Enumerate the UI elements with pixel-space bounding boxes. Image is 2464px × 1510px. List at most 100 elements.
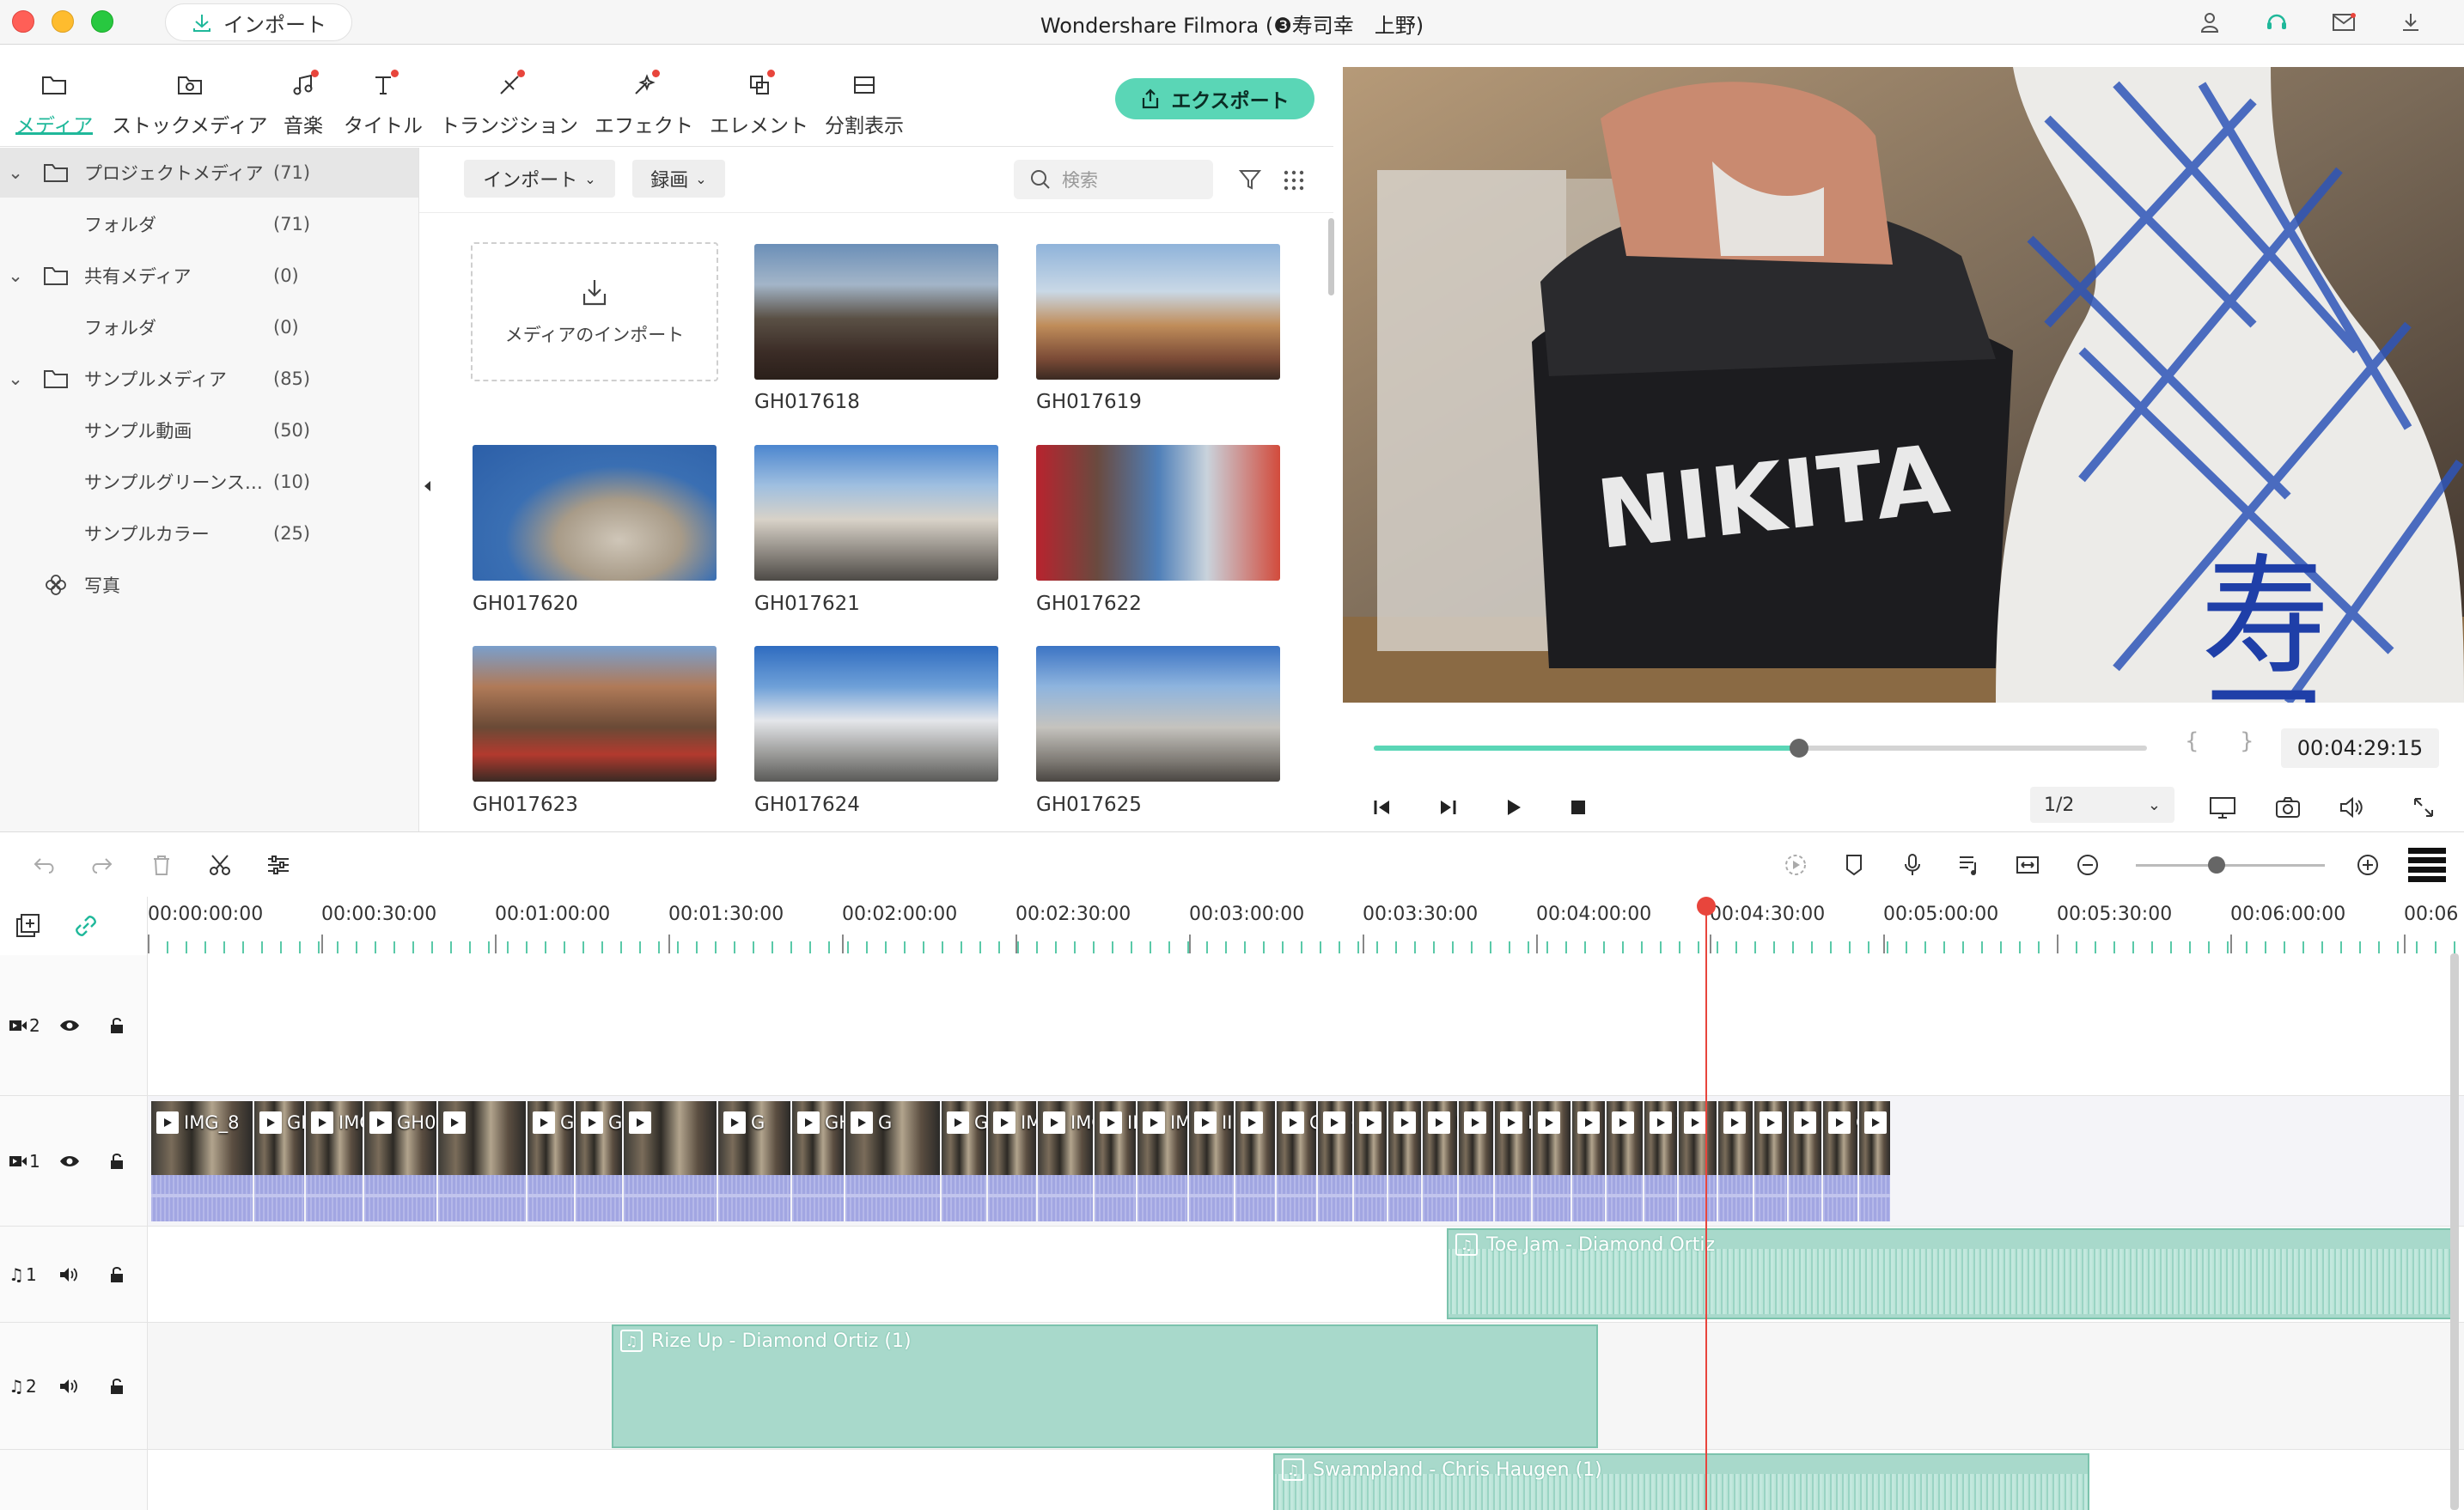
media-thumbnail[interactable] (754, 646, 998, 782)
chevron-down-icon[interactable]: ⌄ (7, 368, 24, 389)
tree-item-shared-folder[interactable]: フォルダ (0) (0, 302, 418, 352)
tab-effects[interactable]: エフェクト (595, 68, 693, 147)
tab-stock-media[interactable]: ストックメディア (112, 68, 267, 147)
redo-icon[interactable] (84, 848, 119, 882)
mark-out-button[interactable]: } (2240, 728, 2254, 754)
video-clip[interactable]: IMG (988, 1101, 1036, 1221)
chevron-down-icon[interactable]: ⌄ (7, 265, 24, 286)
playhead-line[interactable] (1705, 907, 1707, 1510)
video-clip[interactable]: G (1754, 1101, 1787, 1221)
track-height-icon[interactable] (2406, 848, 2449, 882)
video-clip[interactable] (1235, 1101, 1275, 1221)
zoom-out-icon[interactable] (2071, 848, 2105, 882)
video-clip[interactable]: G (942, 1101, 986, 1221)
tab-elements[interactable]: エレメント (710, 68, 808, 147)
video-clip[interactable]: GH (1277, 1101, 1316, 1221)
media-thumbnail[interactable] (1036, 445, 1280, 581)
tree-item-sample-video[interactable]: サンプル動画 (50) (0, 405, 418, 455)
window-minimize-button[interactable] (52, 10, 74, 33)
video-clip[interactable] (1459, 1101, 1493, 1221)
track-video1[interactable]: IMG_8GHIMGGH017627GGH017628GGH01762GGIMG… (148, 1096, 2464, 1227)
lock-icon[interactable] (108, 1377, 125, 1396)
video-clip[interactable]: IM (1572, 1101, 1605, 1221)
account-icon[interactable] (2194, 7, 2225, 38)
lock-icon[interactable] (108, 1265, 125, 1284)
video-clip[interactable] (1354, 1101, 1387, 1221)
zoom-in-icon[interactable] (2351, 848, 2385, 882)
tree-item-shared-media[interactable]: ⌄ 共有メディア (0) (0, 251, 418, 301)
tree-item-sample-color[interactable]: サンプルカラー (25) (0, 508, 418, 558)
import-pill-button[interactable]: インポート (165, 3, 352, 41)
tab-music[interactable]: 音楽 (284, 68, 323, 147)
preview-progress-knob[interactable] (1790, 739, 1808, 758)
video-clip[interactable]: II (1189, 1101, 1234, 1221)
eye-icon[interactable] (58, 1154, 81, 1169)
track-audio2[interactable]: ♫ Rize Up - Diamond Ortiz (1) (148, 1323, 2464, 1450)
timeline-ruler[interactable]: 00:00:00:00 00:00:30:00 00:01:00:00 00:01:3… (148, 897, 2464, 955)
media-thumbnail[interactable] (1036, 244, 1280, 380)
video-clip[interactable] (624, 1101, 717, 1221)
track-audio3[interactable]: ♫ Swampland - Chris Haugen (1) (148, 1450, 2464, 1510)
lock-icon[interactable] (108, 1152, 125, 1171)
video-clip[interactable]: G (1789, 1101, 1821, 1221)
tree-item-project-media[interactable]: ⌄ プロジェクトメディア (71) (0, 148, 418, 198)
snapshot-camera-icon[interactable] (2271, 790, 2305, 825)
audio-clip[interactable]: ♫ Toe Jam - Diamond Ortiz (1447, 1228, 2452, 1319)
undo-icon[interactable] (27, 848, 62, 882)
preview-progress-bar[interactable] (1374, 739, 2147, 758)
playback-quality-select[interactable]: 1/2 ⌄ (2030, 787, 2174, 823)
video-clip[interactable] (1533, 1101, 1570, 1221)
filter-icon[interactable] (1237, 167, 1263, 192)
video-clip[interactable]: ( (1318, 1101, 1352, 1221)
video-preview[interactable]: NIKITA 寿司 (1343, 67, 2464, 703)
video-clip[interactable]: I (1423, 1101, 1457, 1221)
media-thumbnail[interactable] (473, 646, 717, 782)
step-forward-icon[interactable] (1430, 790, 1465, 825)
record-dropdown[interactable]: 録画 ⌄ (632, 160, 725, 198)
timeline-scrollbar[interactable] (2450, 953, 2459, 1510)
video-clip[interactable] (1679, 1101, 1717, 1221)
video-clip[interactable]: G (718, 1101, 790, 1221)
video-clip[interactable]: GH017627 (364, 1101, 436, 1221)
lock-icon[interactable] (108, 1016, 125, 1035)
video-clip[interactable]: IMG (306, 1101, 363, 1221)
microphone-icon[interactable] (1895, 848, 1930, 882)
window-close-button[interactable] (12, 10, 34, 33)
video-clip[interactable] (1388, 1101, 1421, 1221)
search-input[interactable]: 検索 (1014, 160, 1213, 199)
link-chain-icon[interactable] (72, 912, 100, 940)
play-icon[interactable] (1496, 790, 1530, 825)
support-headset-icon[interactable] (2261, 7, 2292, 38)
video-clip[interactable] (438, 1101, 526, 1221)
mark-in-button[interactable]: { (2185, 728, 2199, 754)
tab-split-screen[interactable]: 分割表示 (825, 68, 904, 147)
tree-item-photos[interactable]: 写真 (0, 560, 418, 610)
mail-icon[interactable] (2328, 7, 2359, 38)
speaker-icon[interactable] (58, 1266, 79, 1283)
tab-titles[interactable]: タイトル (344, 68, 423, 147)
zoom-slider[interactable] (2136, 864, 2325, 867)
video-clip[interactable]: G (1859, 1101, 1890, 1221)
eye-icon[interactable] (58, 1018, 81, 1033)
export-button[interactable]: エクスポート (1115, 78, 1314, 119)
video-clip[interactable]: IMG (1038, 1101, 1093, 1221)
zoom-slider-knob[interactable] (2208, 856, 2225, 874)
tab-transitions[interactable]: トランジション (440, 68, 578, 147)
video-clip[interactable] (1718, 1101, 1753, 1221)
audio-clip[interactable]: ♫ Rize Up - Diamond Ortiz (1) (612, 1324, 1598, 1448)
video-clip[interactable]: G (845, 1101, 940, 1221)
cut-scissors-icon[interactable] (203, 848, 237, 882)
video-clip[interactable]: G (1823, 1101, 1857, 1221)
add-track-icon[interactable] (14, 912, 41, 940)
media-scrollbar[interactable] (1328, 218, 1334, 295)
video-clip[interactable] (1607, 1101, 1643, 1221)
window-zoom-button[interactable] (91, 10, 113, 33)
render-preview-icon[interactable] (1778, 848, 1813, 882)
audio-mixer-icon[interactable] (1952, 848, 1986, 882)
video-clip[interactable]: GH01762 (792, 1101, 844, 1221)
tree-item-sample-media[interactable]: ⌄ サンプルメディア (85) (0, 354, 418, 404)
tab-media[interactable]: メディア (15, 68, 94, 147)
video-clip[interactable]: IN (1095, 1101, 1136, 1221)
video-clip[interactable]: GH017628 (576, 1101, 622, 1221)
track-video2[interactable] (148, 955, 2464, 1096)
